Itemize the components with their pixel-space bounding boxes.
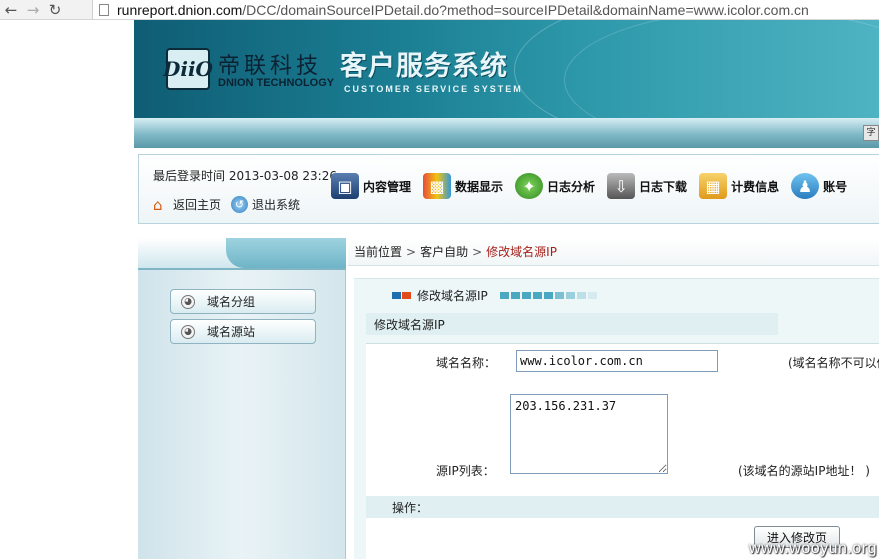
home-icon[interactable]: ⌂	[153, 197, 169, 213]
nav-log-download[interactable]: ⇩ 日志下载	[607, 169, 687, 203]
chevron-right-icon: >	[472, 244, 483, 259]
url-domain: runreport.dnion.com	[117, 1, 243, 18]
reload-icon[interactable]: ↻	[44, 0, 66, 20]
breadcrumb-level1[interactable]: 客户自助	[420, 243, 468, 260]
nav-billing-info[interactable]: ▦ 计费信息	[699, 169, 779, 203]
operations-bar: 操作：	[366, 496, 879, 518]
sidebar-header-tab	[226, 238, 346, 268]
nav-label: 数据显示	[455, 179, 504, 194]
domain-hint: (域名名称不可以修	[788, 356, 879, 370]
analysis-icon: ✦	[515, 173, 544, 199]
chevron-right-icon: >	[406, 244, 417, 259]
logout-link[interactable]: 退出系统	[252, 196, 300, 213]
nav-log-analysis[interactable]: ✦ 日志分析	[515, 169, 595, 203]
header-banner: DiiO 帝联科技 DNION TECHNOLOGY 客户服务系统 CUSTOM…	[134, 20, 879, 118]
header-toolbar: 字	[134, 118, 879, 148]
sidebar-item-domain-group[interactable]: ◕ 域名分组	[170, 289, 316, 314]
sidebar: ◕ 域名分组 ◕ 域名源站	[138, 238, 346, 559]
last-login-time: 2013-03-08 23:26	[228, 169, 337, 183]
form-section-title: 修改域名源IP	[366, 313, 778, 335]
company-name-cn: 帝联科技	[218, 54, 323, 79]
nav-label: 内容管理	[363, 179, 412, 194]
sidebar-header	[138, 238, 346, 270]
nav-label: 日志下载	[639, 179, 688, 194]
domain-label: 域名名称：	[436, 356, 497, 370]
system-title-cn: 客户服务系统	[340, 51, 508, 82]
panel-progress-decoration	[499, 292, 597, 299]
panel-title: 修改域名源IP	[392, 287, 597, 304]
laptop-icon: ▣	[331, 173, 359, 199]
download-icon: ⇩	[607, 173, 636, 199]
browser-toolbar: ← → ↻ runreport.dnion.com/DCC/domainSour…	[0, 0, 879, 20]
quick-links: ⌂ 返回主页 ↺ 退出系统	[153, 196, 306, 213]
forward-icon[interactable]: →	[22, 0, 44, 20]
address-bar[interactable]: runreport.dnion.com/DCC/domainSourceIPDe…	[92, 0, 879, 19]
sidebar-item-label: 域名源站	[207, 325, 256, 339]
calendar-icon: ▦	[699, 173, 728, 199]
logout-icon[interactable]: ↺	[231, 196, 249, 213]
url-text: runreport.dnion.com/DCC/domainSourceIPDe…	[117, 2, 809, 18]
nav-label: 计费信息	[731, 179, 780, 194]
operations-label: 操作：	[392, 500, 429, 515]
sidebar-item-domain-source[interactable]: ◕ 域名源站	[170, 319, 316, 344]
company-name-en: DNION TECHNOLOGY	[218, 77, 335, 89]
breadcrumb-location: 当前位置	[354, 245, 403, 259]
sidebar-item-label: 域名分组	[207, 295, 256, 309]
info-bar: 最后登录时间 2013-03-08 23:26 ⌂ 返回主页 ↺ 退出系统 ▣ …	[138, 154, 879, 224]
nav-label: 账号	[823, 179, 848, 194]
domain-name-input[interactable]	[516, 350, 718, 372]
url-path: /DCC/domainSourceIPDetail.do?method=sour…	[242, 1, 809, 18]
nav-content-management[interactable]: ▣ 内容管理	[331, 169, 411, 203]
home-link[interactable]: 返回主页	[173, 196, 221, 213]
bar-chart-icon: ▩	[423, 173, 452, 199]
clock-icon: ◕	[181, 294, 195, 309]
main-content: 当前位置 > 客户自助 > 修改域名源IP 修改域名源IP 修改域名源IP 域名…	[348, 238, 879, 559]
source-ip-hint: (该域名的源站IP地址！ )	[738, 464, 870, 478]
font-size-button[interactable]: 字	[863, 125, 879, 141]
panel-title-text: 修改域名源IP	[417, 289, 488, 303]
page-icon	[99, 3, 109, 16]
last-login: 最后登录时间 2013-03-08 23:26	[153, 167, 337, 184]
page: DiiO 帝联科技 DNION TECHNOLOGY 客户服务系统 CUSTOM…	[134, 20, 879, 559]
company-logo-icon: DiiO	[163, 48, 213, 90]
edit-panel: 修改域名源IP 修改域名源IP 域名名称： (域名名称不可以修 203.156.…	[354, 278, 879, 559]
clock-icon: ◕	[181, 324, 195, 339]
breadcrumb: 当前位置 > 客户自助 > 修改域名源IP	[348, 238, 879, 266]
nav-data-display[interactable]: ▩ 数据显示	[423, 169, 503, 203]
system-title-en: CUSTOMER SERVICE SYSTEM	[344, 84, 523, 94]
edit-form: 域名名称： (域名名称不可以修 203.156.231.37 源IP列表： (该…	[366, 343, 879, 559]
breadcrumb-current: 修改域名源IP	[486, 245, 557, 259]
last-login-label: 最后登录时间	[153, 169, 226, 183]
back-icon[interactable]: ←	[0, 0, 22, 20]
users-icon: ♟	[791, 173, 820, 199]
watermark: www.wooyun.org	[749, 540, 877, 557]
banner-decoration-2	[564, 20, 879, 118]
nav-label: 日志分析	[547, 179, 596, 194]
source-ip-textarea[interactable]: 203.156.231.37	[510, 394, 668, 474]
main-nav: ▣ 内容管理 ▩ 数据显示 ✦ 日志分析 ⇩ 日志下载 ▦ 计费信息 ♟ 账号	[331, 169, 853, 203]
nav-account[interactable]: ♟ 账号	[791, 169, 847, 203]
source-ip-label: 源IP列表：	[436, 464, 495, 478]
panel-marker-icon	[392, 292, 411, 299]
